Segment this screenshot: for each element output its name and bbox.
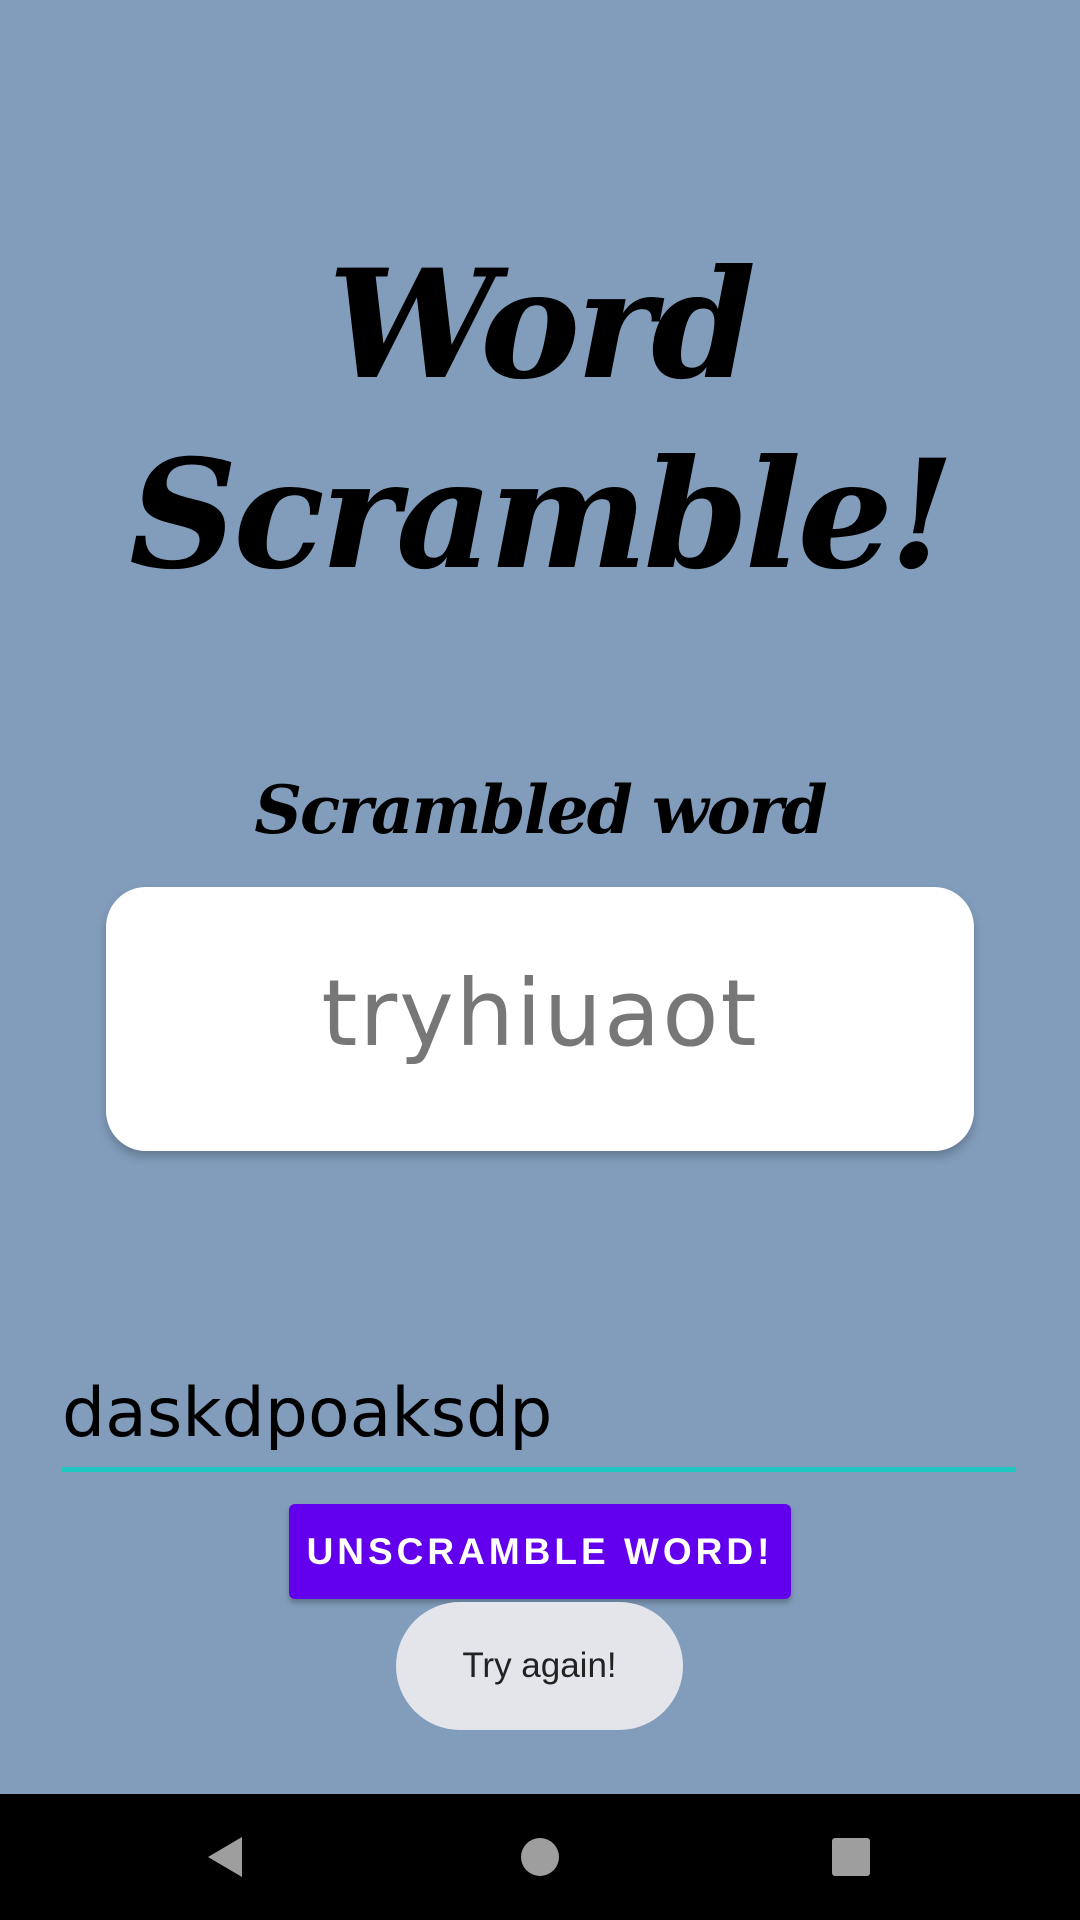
toast-message: Try again!: [396, 1602, 683, 1730]
system-nav-bar: [0, 1794, 1080, 1920]
unscramble-button[interactable]: UNSCRAMBLE WORD!: [289, 1504, 791, 1599]
scrambled-word-label: Scrambled word: [254, 771, 827, 849]
back-icon: [208, 1837, 242, 1877]
app-title: Word Scramble!: [129, 237, 955, 603]
answer-input[interactable]: [62, 1360, 1016, 1472]
scrambled-word: tryhiuaot: [321, 959, 759, 1067]
toast-text: Try again!: [462, 1646, 617, 1685]
nav-recents-button[interactable]: [771, 1794, 931, 1920]
app-screen: Word Scramble! Scrambled word tryhiuaot …: [0, 0, 1080, 1794]
recents-icon: [832, 1838, 870, 1876]
home-icon: [521, 1838, 559, 1876]
nav-home-button[interactable]: [460, 1794, 620, 1920]
nav-back-button[interactable]: [146, 1794, 306, 1920]
scrambled-word-card: tryhiuaot: [106, 887, 974, 1151]
